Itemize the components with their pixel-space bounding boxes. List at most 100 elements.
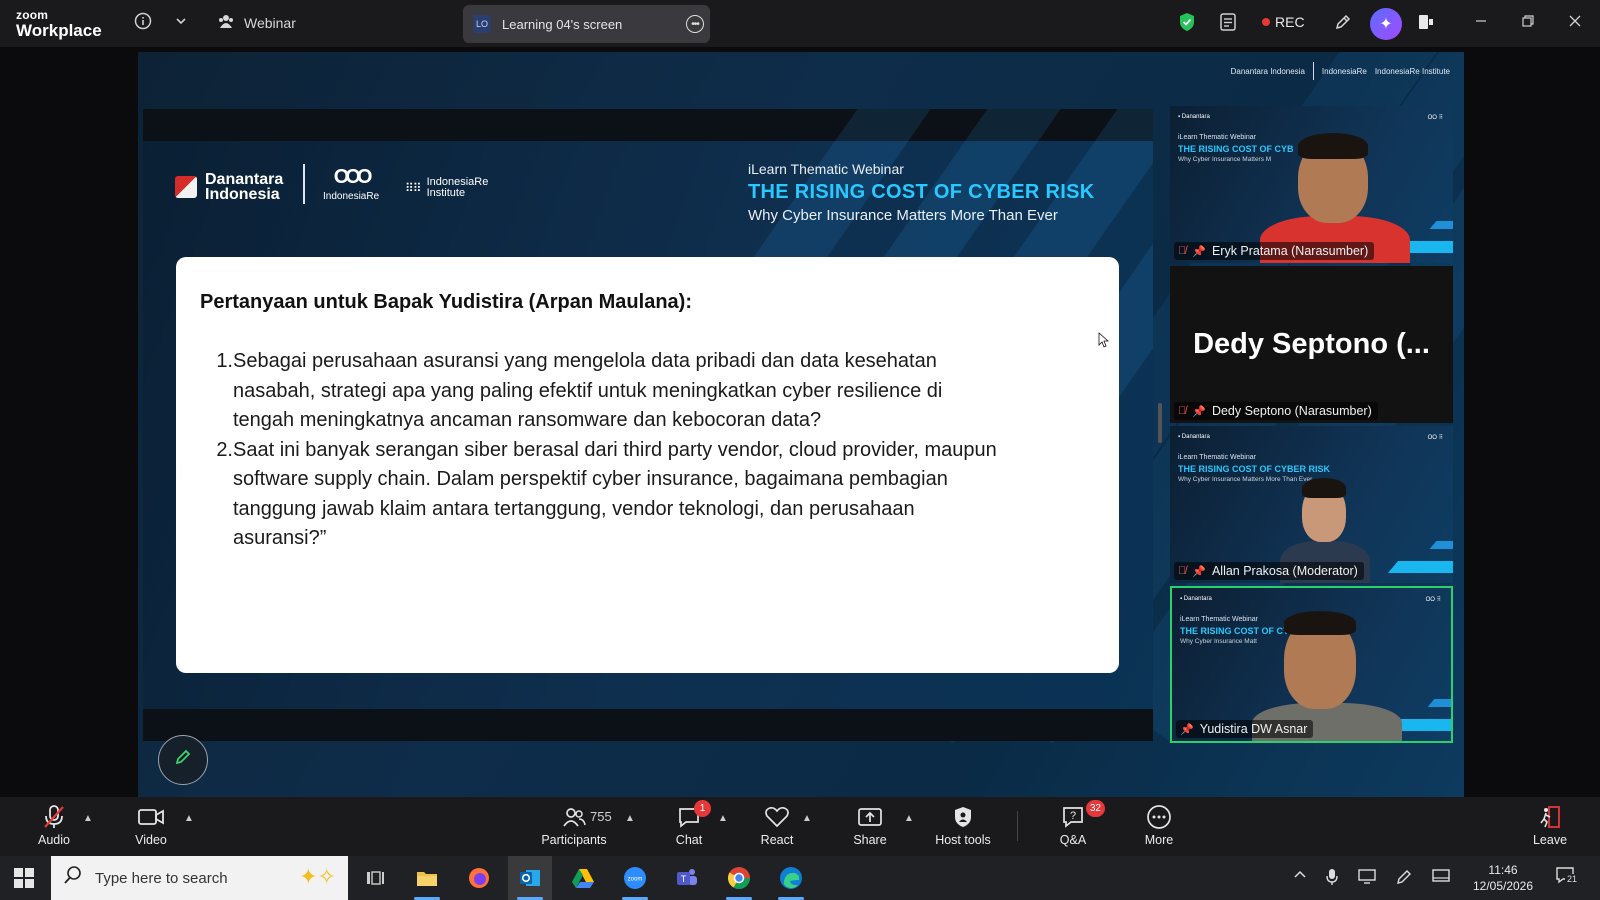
question-line: nasabah, strategi apa yang paling efekti…: [233, 379, 943, 402]
share-label: Share: [853, 833, 887, 847]
clock-time: 11:46: [1488, 863, 1518, 877]
institute-dots-icon: ⠿⠿: [405, 181, 422, 195]
chat-options-caret-icon[interactable]: ▲: [718, 813, 728, 824]
chat-label: Chat: [675, 833, 703, 847]
taskbar-search-box[interactable]: Type here to search ✦✧: [51, 856, 348, 900]
gallery-scrollbar[interactable]: [1158, 403, 1162, 443]
chat-button[interactable]: 1 Chat: [649, 800, 729, 847]
leave-button[interactable]: Leave: [1510, 804, 1590, 847]
ai-companion-button[interactable]: ✦: [1370, 8, 1402, 40]
indonesiare-institute-logo: ⠿⠿ IndonesiaRe Institute: [405, 177, 507, 199]
share-button[interactable]: Share: [830, 804, 910, 847]
react-button[interactable]: React: [737, 804, 817, 847]
security-shield-icon[interactable]: [1178, 12, 1200, 34]
share-options-caret-icon[interactable]: ▲: [904, 813, 914, 824]
participant-display-name: Dedy Septono (...: [1170, 266, 1453, 423]
share-screen-icon: [857, 804, 883, 830]
slide-tagline: Why Cyber Insurance Matters More Than Ev…: [748, 207, 1058, 224]
stage-logos: Danantara Indonesia IndonesiaRe Indonesi…: [1231, 62, 1450, 80]
audio-options-caret-icon[interactable]: ▲: [83, 813, 93, 824]
question-list: 1. Sebagai perusahaan asuransi yang meng…: [200, 347, 1090, 554]
windows-start-icon[interactable]: [14, 868, 34, 888]
participant-name: Allan Prakosa (Moderator): [1211, 564, 1358, 578]
video-label: Video: [135, 833, 167, 847]
pin-icon: 📌: [1192, 245, 1206, 258]
question-line: asuransi?”: [233, 527, 327, 549]
recording-indicator[interactable]: REC: [1262, 14, 1305, 30]
heart-icon: [764, 804, 790, 830]
question-line: tengah meningkatnya ancaman ransomware d…: [233, 409, 822, 431]
meeting-info-icon[interactable]: [134, 12, 156, 34]
close-icon[interactable]: [1564, 12, 1586, 34]
zoom-workplace-logo: zoom Workplace: [16, 9, 102, 39]
tray-display-icon[interactable]: [1358, 868, 1376, 888]
question-heading: Pertanyaan untuk Bapak Yudistira (Arpan …: [200, 291, 692, 313]
google-drive-icon[interactable]: [568, 863, 598, 893]
annotate-pencil-icon[interactable]: [1333, 12, 1355, 34]
teams-icon[interactable]: T: [672, 863, 702, 893]
stage-logo-danantara: Danantara Indonesia: [1230, 66, 1305, 76]
question-line: tanggung jawab klaim antara tertanggung,…: [233, 497, 915, 520]
firefox-icon[interactable]: [464, 863, 494, 893]
webinar-indicator[interactable]: Webinar: [218, 14, 296, 31]
danantara-logo: Danantara Indonesia: [175, 171, 315, 203]
question-line: Saat ini banyak serangan siber berasal d…: [233, 438, 997, 461]
danantara-logo-text: Danantara Indonesia: [205, 171, 284, 203]
audio-button[interactable]: Audio: [14, 804, 94, 847]
annotate-button[interactable]: [158, 735, 208, 785]
more-button[interactable]: More: [1119, 804, 1199, 847]
more-label: More: [1144, 833, 1174, 847]
question-line: software supply chain. Dalam perspektif …: [233, 468, 948, 490]
zoom-app-icon[interactable]: zoom: [620, 863, 650, 900]
leave-label: Leave: [1532, 833, 1568, 847]
react-label: React: [760, 833, 794, 847]
search-icon: [63, 865, 83, 891]
pencil-icon: [173, 747, 193, 773]
side-panel-icon[interactable]: [1416, 12, 1438, 34]
tray-pen-icon[interactable]: [1395, 868, 1413, 890]
chat-bubble-icon: 1: [677, 800, 711, 830]
participant-count: 755: [590, 809, 612, 824]
video-tile-eryk[interactable]: ▪ Danantara OO ⠿ iLearn Thematic Webinar…: [1170, 106, 1453, 263]
tray-keyboard-icon[interactable]: [1432, 868, 1450, 888]
view-options-icon[interactable]: •••: [686, 15, 704, 33]
svg-text:?: ?: [1070, 810, 1076, 822]
question-item: 1. Sebagai perusahaan asuransi yang meng…: [200, 347, 1090, 436]
video-button[interactable]: Video: [111, 804, 191, 847]
qa-button[interactable]: ? 32 Q&A: [1033, 800, 1113, 847]
webinar-icon: [218, 14, 234, 31]
mic-muted-icon: 🎙̸: [1178, 245, 1187, 257]
minimize-icon[interactable]: [1470, 12, 1492, 34]
mic-muted-icon: 🎙̸: [1178, 405, 1187, 417]
question-card: Pertanyaan untuk Bapak Yudistira (Arpan …: [176, 257, 1119, 673]
tray-chevron-up-icon[interactable]: [1293, 868, 1307, 886]
video-tile-dedy[interactable]: Dedy Septono (... 🎙̸ 📌 Dedy Septono (Nar…: [1170, 266, 1453, 423]
file-explorer-icon[interactable]: [412, 863, 442, 900]
windows-taskbar: Type here to search ✦✧ zoom T 11:46 12/0…: [0, 856, 1600, 900]
mic-muted-icon: 🎙̸: [1178, 565, 1187, 577]
tray-microphone-icon[interactable]: [1326, 868, 1338, 890]
video-tile-allan[interactable]: ▪ Danantara OO ⠿ iLearn Thematic Webinar…: [1170, 426, 1453, 583]
participants-options-caret-icon[interactable]: ▲: [625, 813, 635, 824]
system-clock[interactable]: 11:46 12/05/2026: [1463, 862, 1543, 894]
host-tools-button[interactable]: Host tools: [923, 804, 1003, 847]
notification-center-icon[interactable]: 21: [1555, 866, 1580, 888]
audio-label: Audio: [38, 833, 70, 847]
captions-icon[interactable]: [1218, 12, 1240, 34]
shared-screen-pill[interactable]: LO Learning 04's screen •••: [463, 5, 710, 43]
video-tile-yudistira[interactable]: ▪ Danantara OO ⠿ iLearn Thematic Webinar…: [1170, 586, 1453, 743]
react-options-caret-icon[interactable]: ▲: [802, 813, 812, 824]
outlook-icon[interactable]: [508, 856, 552, 900]
question-item: 2. Saat ini banyak serangan siber berasa…: [200, 436, 1090, 554]
video-options-caret-icon[interactable]: ▲: [184, 813, 194, 824]
stage-logo-indonesiare: IndonesiaRe: [1321, 66, 1367, 76]
task-view-icon[interactable]: [360, 863, 390, 893]
chat-badge: 1: [694, 800, 711, 817]
qa-badge: 32: [1085, 800, 1105, 817]
chrome-icon[interactable]: [724, 863, 754, 900]
restore-icon[interactable]: [1517, 12, 1539, 34]
participant-name-tag: 🎙̸ 📌 Eryk Pratama (Narasumber): [1174, 242, 1375, 260]
chevron-down-icon[interactable]: [174, 14, 196, 36]
edge-icon[interactable]: [776, 863, 806, 900]
qa-icon: ? 32: [1061, 800, 1105, 830]
